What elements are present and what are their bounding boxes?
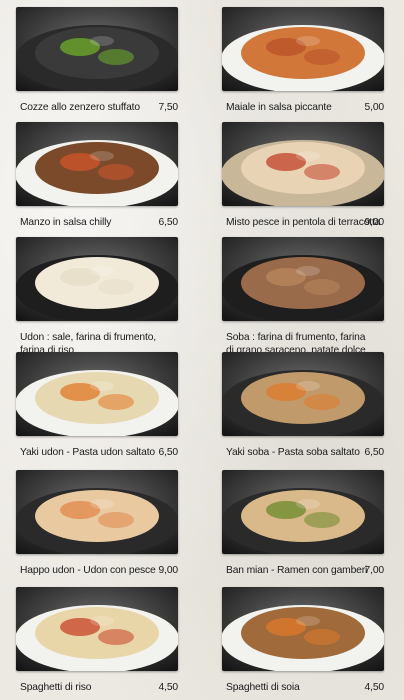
dish-price: 9,00 — [364, 217, 385, 228]
dish-label: Maiale in salsa piccante 5,00 — [226, 101, 384, 114]
dish-photo — [222, 587, 384, 671]
dish-photo — [16, 352, 178, 436]
dish-photo — [16, 122, 178, 206]
dish-name: Maiale in salsa piccante — [226, 102, 332, 113]
dish-label: Happo udon - Udon con pesce 9,00 — [20, 564, 178, 577]
dish-photo — [16, 587, 178, 671]
dish-photo — [222, 122, 384, 206]
dish-price: 7,50 — [158, 102, 179, 113]
dish-label: Ban mian - Ramen con gamberi 7,00 — [226, 564, 384, 577]
dish-photo — [16, 470, 178, 554]
dish-name: Manzo in salsa chilly — [20, 217, 112, 228]
dish-price: 5,00 — [364, 102, 385, 113]
dish-name: Spaghetti di soia — [226, 682, 300, 693]
dish-label: Manzo in salsa chilly 6,50 — [20, 216, 178, 229]
dish-name: Soba : farina di frumento, farina — [226, 332, 366, 343]
dish-name: Yaki soba - Pasta soba saltato — [226, 447, 360, 458]
dish-photo — [222, 470, 384, 554]
dish-price: 6,50 — [158, 447, 179, 458]
dish-photo — [222, 7, 384, 91]
dish-label: Misto pesce in pentola di terracotta 9,00 — [226, 216, 384, 229]
dish-label: Spaghetti di soia 4,50 — [226, 681, 384, 694]
dish-price: 6,50 — [364, 447, 385, 458]
dish-name: Udon : sale, farina di frumento, — [20, 332, 156, 343]
dish-label: Yaki soba - Pasta soba saltato 6,50 — [226, 446, 384, 459]
dish-photo — [16, 7, 178, 91]
dish-label: Spaghetti di riso 4,50 — [20, 681, 178, 694]
dish-name: Yaki udon - Pasta udon saltato — [20, 447, 155, 458]
dish-name: Happo udon - Udon con pesce — [20, 565, 156, 576]
dish-price: 9,00 — [158, 565, 179, 576]
dish-label: Cozze allo zenzero stuffato 7,50 — [20, 101, 178, 114]
dish-photo — [222, 237, 384, 321]
dish-price: 6,50 — [158, 217, 179, 228]
dish-name: Misto pesce in pentola di terracotta — [226, 217, 381, 228]
dish-name: Ban mian - Ramen con gamberi — [226, 565, 368, 576]
dish-photo — [222, 352, 384, 436]
dish-price: 4,50 — [364, 682, 385, 693]
dish-name: Cozze allo zenzero stuffato — [20, 102, 140, 113]
dish-name: Spaghetti di riso — [20, 682, 92, 693]
dish-photo — [16, 237, 178, 321]
dish-label: Yaki udon - Pasta udon saltato 6,50 — [20, 446, 178, 459]
dish-price: 4,50 — [158, 682, 179, 693]
dish-price: 7,00 — [364, 565, 385, 576]
